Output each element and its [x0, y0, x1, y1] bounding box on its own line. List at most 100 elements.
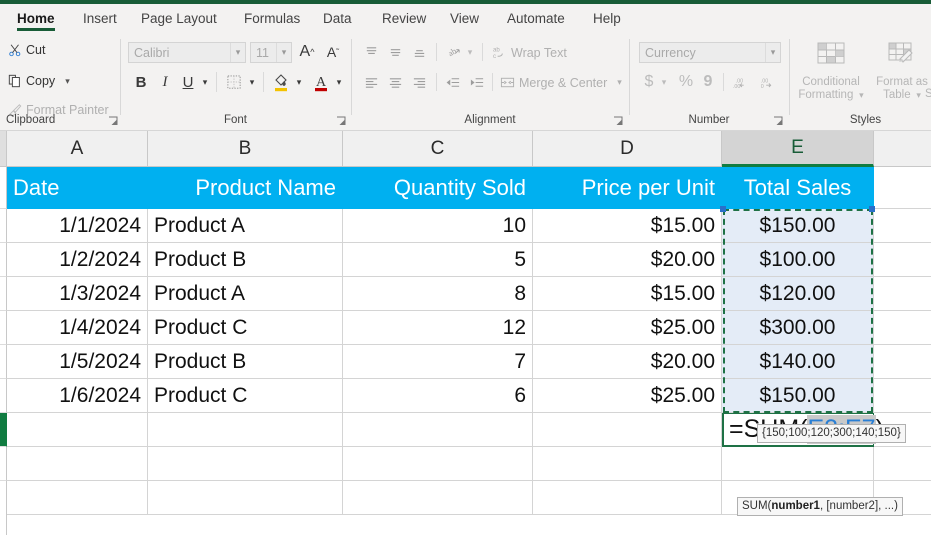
row-header-8[interactable]: [0, 413, 7, 447]
select-all-corner[interactable]: [0, 131, 7, 167]
cell-F3[interactable]: [874, 243, 931, 277]
cell-C8[interactable]: [343, 413, 533, 447]
chevron-down-icon[interactable]: ▾: [617, 77, 622, 88]
cell-D9[interactable]: [533, 447, 722, 481]
fill-color-button[interactable]: [270, 70, 292, 94]
cell-C6[interactable]: 7: [343, 345, 533, 379]
cell-A2[interactable]: 1/1/2024: [7, 209, 148, 243]
cell-D10[interactable]: [533, 481, 722, 515]
cell-E1[interactable]: Total Sales: [722, 167, 874, 209]
clipboard-dialog-launcher[interactable]: [108, 116, 119, 127]
increase-indent-button[interactable]: [466, 71, 488, 93]
cell-F5[interactable]: [874, 311, 931, 345]
cell-C2[interactable]: 10: [343, 209, 533, 243]
format-as-table-button[interactable]: Format as Table ▾: [866, 41, 931, 102]
cell-B7[interactable]: Product C: [148, 379, 343, 413]
cell-C9[interactable]: [343, 447, 533, 481]
cell-D2[interactable]: $15.00: [533, 209, 722, 243]
bold-button[interactable]: B: [130, 71, 152, 93]
number-format-select[interactable]: Currency ▾: [639, 42, 781, 63]
worksheet-grid[interactable]: A B C D E Date Product Name Quantity Sol…: [0, 131, 931, 535]
column-header-d[interactable]: D: [533, 131, 722, 167]
conditional-formatting-button[interactable]: Conditional Formatting ▾: [795, 41, 867, 102]
chevron-down-icon[interactable]: ▾: [464, 44, 476, 60]
underline-button[interactable]: U: [177, 71, 199, 93]
wrap-text-button[interactable]: ab c Wrap Text: [492, 45, 567, 61]
chevron-down-icon[interactable]: ▾: [293, 74, 305, 90]
comma-format-button[interactable]: 9: [699, 71, 717, 93]
cell-D1[interactable]: Price per Unit: [533, 167, 722, 209]
cell-C5[interactable]: 12: [343, 311, 533, 345]
align-left-button[interactable]: [360, 71, 382, 93]
cell-B5[interactable]: Product C: [148, 311, 343, 345]
cell-F1[interactable]: [874, 167, 931, 209]
cell-A6[interactable]: 1/5/2024: [7, 345, 148, 379]
font-size-input[interactable]: 11 ▾: [250, 42, 292, 63]
cell-B10[interactable]: [148, 481, 343, 515]
cell-E3[interactable]: $100.00: [722, 243, 874, 277]
cell-B9[interactable]: [148, 447, 343, 481]
italic-button[interactable]: I: [154, 71, 176, 93]
cell-E5[interactable]: $300.00: [722, 311, 874, 345]
chevron-down-icon[interactable]: ▾: [857, 90, 864, 100]
number-dialog-launcher[interactable]: [773, 116, 784, 127]
chevron-down-icon[interactable]: ▾: [914, 90, 921, 100]
row-header-3[interactable]: [0, 243, 7, 277]
chevron-down-icon[interactable]: ▾: [65, 76, 70, 87]
cell-F7[interactable]: [874, 379, 931, 413]
chevron-down-icon[interactable]: ▾: [333, 74, 345, 90]
marquee-handle-top-left[interactable]: [720, 206, 726, 212]
cell-E2[interactable]: $150.00: [722, 209, 874, 243]
row-header-2[interactable]: [0, 209, 7, 243]
column-header-a[interactable]: A: [7, 131, 148, 167]
cell-A4[interactable]: 1/3/2024: [7, 277, 148, 311]
cell-B6[interactable]: Product B: [148, 345, 343, 379]
chevron-down-icon[interactable]: ▾: [276, 43, 291, 62]
cell-C10[interactable]: [343, 481, 533, 515]
cell-B2[interactable]: Product A: [148, 209, 343, 243]
align-top-button[interactable]: [360, 41, 382, 63]
column-header-e[interactable]: E: [722, 131, 874, 167]
cell-E6[interactable]: $140.00: [722, 345, 874, 379]
cell-C1[interactable]: Quantity Sold: [343, 167, 533, 209]
chevron-down-icon[interactable]: ▾: [230, 43, 245, 62]
cell-F9[interactable]: [874, 447, 931, 481]
decrease-font-size-button[interactable]: A ˜: [322, 41, 344, 63]
tab-formulas[interactable]: Formulas: [237, 4, 307, 33]
align-right-button[interactable]: [408, 71, 430, 93]
cell-D3[interactable]: $20.00: [533, 243, 722, 277]
row-header-10[interactable]: [0, 481, 7, 535]
accounting-format-button[interactable]: $: [640, 71, 658, 93]
cell-F6[interactable]: [874, 345, 931, 379]
row-header-9[interactable]: [0, 447, 7, 481]
column-header-c[interactable]: C: [343, 131, 533, 167]
row-header-5[interactable]: [0, 311, 7, 345]
cell-A9[interactable]: [7, 447, 148, 481]
align-bottom-button[interactable]: [408, 41, 430, 63]
tab-review[interactable]: Review: [375, 4, 433, 33]
percent-format-button[interactable]: %: [676, 71, 696, 93]
cell-C7[interactable]: 6: [343, 379, 533, 413]
cell-B3[interactable]: Product B: [148, 243, 343, 277]
tab-help[interactable]: Help: [586, 4, 628, 33]
chevron-down-icon[interactable]: ▾: [199, 74, 211, 90]
cell-E9[interactable]: [722, 447, 874, 481]
cell-A7[interactable]: 1/6/2024: [7, 379, 148, 413]
cell-A8[interactable]: [7, 413, 148, 447]
chevron-down-icon[interactable]: ▾: [246, 74, 258, 90]
chevron-down-icon[interactable]: ▾: [765, 43, 780, 62]
marquee-handle-top-right[interactable]: [869, 206, 875, 212]
merge-and-center-button[interactable]: Merge & Center ▾: [500, 75, 622, 90]
tab-insert[interactable]: Insert: [76, 4, 124, 33]
borders-button[interactable]: [223, 71, 245, 93]
tab-data[interactable]: Data: [316, 4, 359, 33]
cell-D5[interactable]: $25.00: [533, 311, 722, 345]
font-color-button[interactable]: A: [310, 70, 332, 94]
column-header-b[interactable]: B: [148, 131, 343, 167]
row-header-4[interactable]: [0, 277, 7, 311]
cell-A3[interactable]: 1/2/2024: [7, 243, 148, 277]
copy-button[interactable]: Copy ▾: [8, 74, 70, 88]
font-dialog-launcher[interactable]: [336, 116, 347, 127]
row-header-7[interactable]: [0, 379, 7, 413]
decrease-indent-button[interactable]: [442, 71, 464, 93]
